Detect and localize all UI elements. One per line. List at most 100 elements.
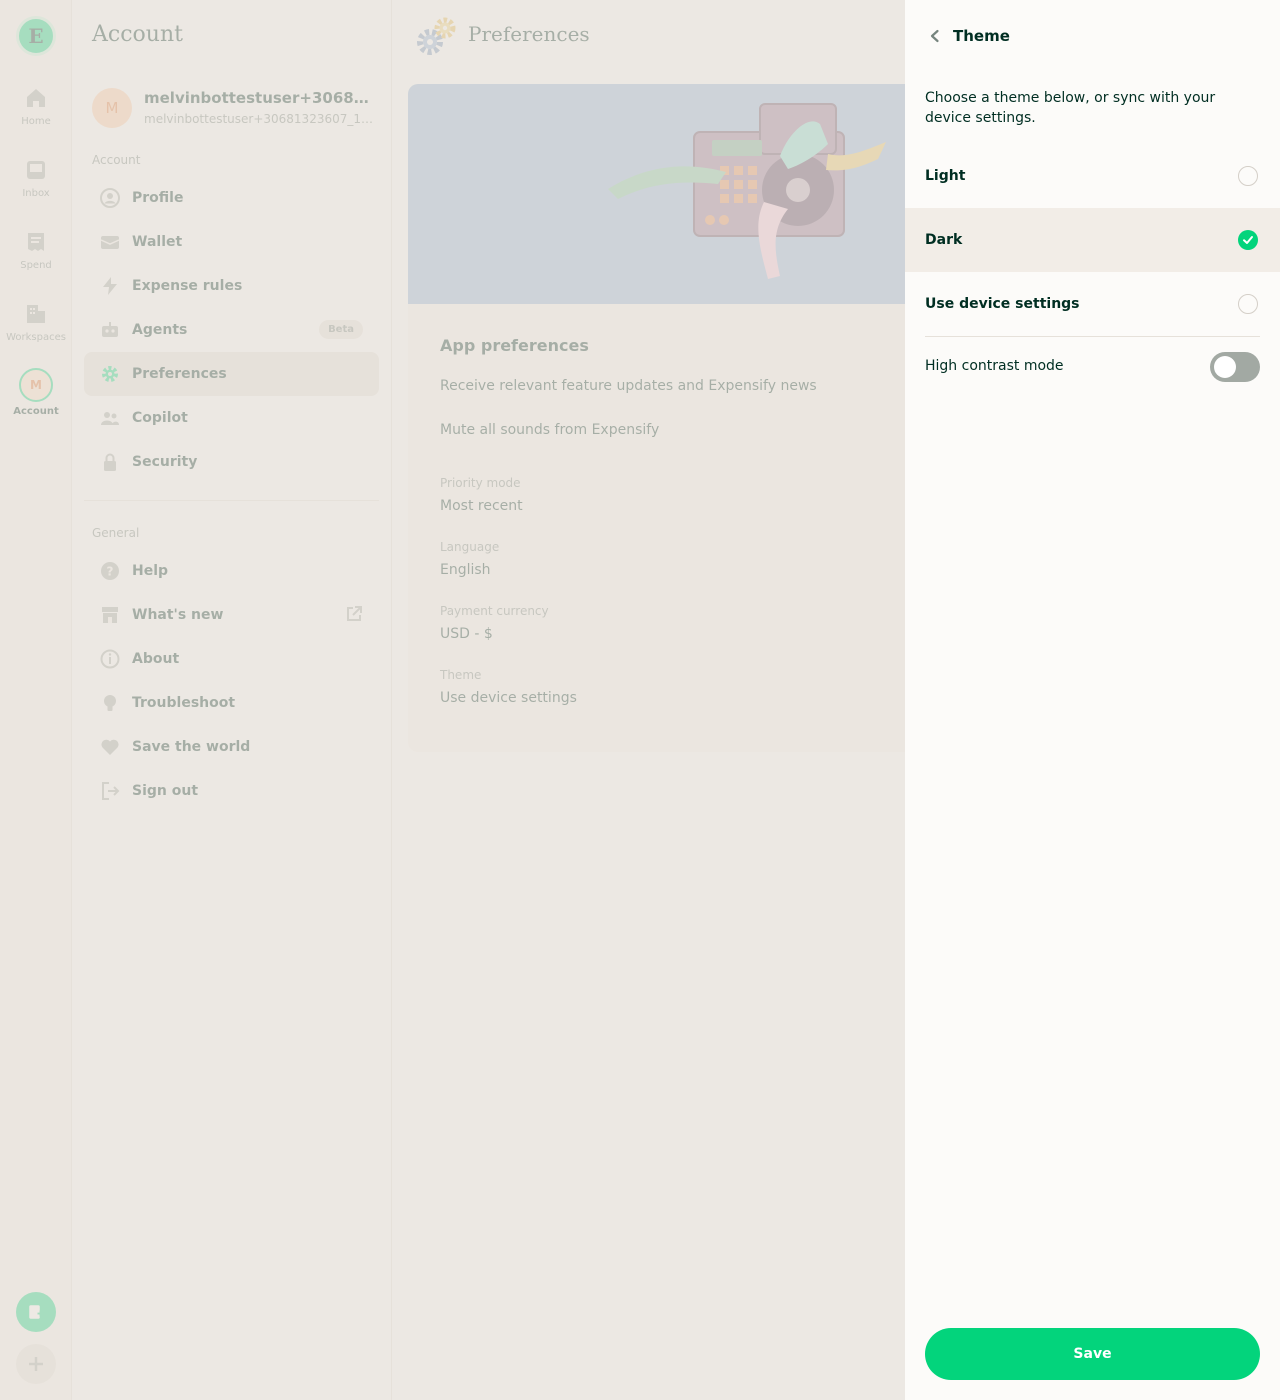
rail-label: Home [21,116,51,127]
sidebar-item-profile[interactable]: Profile [84,176,379,220]
section-heading: App preferences [440,336,589,355]
high-contrast-label: High contrast mode [925,358,1064,374]
sidebar-item-about[interactable]: About [84,637,379,681]
high-contrast-toggle[interactable] [1210,352,1260,382]
inbox-icon [27,161,45,179]
nav-rail: E Home Inbox Spend Workspaces M Account [0,0,72,1400]
sidebar-item-label: About [132,651,180,667]
priority-mode-label: Priority mode [440,476,521,490]
payment-currency-value[interactable]: USD - $ [440,626,493,642]
feature-updates-toggle-row[interactable]: Receive relevant feature updates and Exp… [440,378,817,394]
sidebar-item-wallet[interactable]: Wallet [84,220,379,264]
sidebar-item-label: Agents [132,322,188,338]
section-label-general: General [92,526,140,540]
sidebar-item-security[interactable]: Security [84,440,379,484]
agent-icon [100,320,120,340]
account-title: Account [92,22,183,47]
lightbulb-icon [100,693,120,713]
sign-out-icon [100,781,120,801]
avatar: M [19,368,53,402]
rail-item-workspaces[interactable]: Workspaces [0,302,72,343]
plus-icon [29,1357,43,1371]
sidebar-item-label: Troubleshoot [132,695,236,711]
sidebar-item-preferences[interactable]: Preferences [84,352,379,396]
language-value[interactable]: English [440,562,491,578]
gears-icon [417,17,456,55]
rail-item-inbox[interactable]: Inbox [0,158,72,199]
dj-illustration [608,103,886,279]
sidebar-item-label: Sign out [132,783,199,799]
hero-illustration [408,84,918,304]
sidebar-item-whats-new[interactable]: What's new [84,593,379,637]
page-title: Preferences [468,22,590,46]
sidebar-item-expense-rules[interactable]: Expense rules [84,264,379,308]
sidebar-item-troubleshoot[interactable]: Troubleshoot [84,681,379,725]
sidebar-item-save-the-world[interactable]: Save the world [84,725,379,769]
profile-icon [100,188,120,208]
rail-label: Account [13,406,59,417]
create-expense-button[interactable] [16,1292,56,1332]
panel-title: Theme [953,27,1010,45]
theme-value[interactable]: Use device settings [440,690,577,706]
preferences-card: App preferences Receive relevant feature… [408,84,918,752]
sidebar-item-label: Help [132,563,169,579]
sidebar-item-label: Copilot [132,410,188,426]
users-icon [100,408,120,428]
sidebar-item-label: Wallet [132,234,183,250]
expensify-logo[interactable]: E [16,16,56,56]
panel-description: Choose a theme below, or sync with your … [925,90,1216,126]
user-email: melvinbottestuser+30681323607_1_we... [144,112,374,126]
svg-text:?: ? [107,565,114,579]
sidebar-item-copilot[interactable]: Copilot [84,396,379,440]
sidebar-item-label: Preferences [132,366,227,382]
option-label: Light [925,168,966,184]
theme-option-dark[interactable]: Dark [905,208,1280,272]
wallet-icon [100,232,120,252]
rail-label: Workspaces [6,332,66,343]
sidebar-item-label: Profile [132,190,184,206]
sidebar-item-label: Save the world [132,739,251,755]
new-expense-icon [29,1305,44,1319]
section-divider [84,500,379,501]
home-icon [27,89,45,107]
radio-unchecked-icon [1238,294,1258,314]
high-contrast-row: High contrast mode [925,352,1260,382]
building-icon [27,305,45,323]
rail-label: Spend [20,260,52,271]
priority-mode-value[interactable]: Most recent [440,498,523,514]
add-button[interactable] [16,1344,56,1384]
panel-divider [925,336,1260,337]
theme-option-device[interactable]: Use device settings [905,272,1280,336]
chevron-left-icon [930,29,939,43]
rail-label: Inbox [22,188,50,199]
heart-icon [100,737,120,757]
rail-item-account[interactable]: M Account [0,368,72,417]
external-link-icon [345,605,363,627]
option-label: Use device settings [925,296,1080,312]
store-icon [100,605,120,625]
radio-unchecked-icon [1238,166,1258,186]
option-label: Dark [925,232,963,248]
rail-item-home[interactable]: Home [0,86,72,127]
toggle-knob [1214,356,1236,378]
section-label-account: Account [92,153,141,167]
save-button[interactable]: Save [925,1328,1260,1380]
theme-option-light[interactable]: Light [905,144,1280,208]
sidebar-item-help[interactable]: ? Help [84,549,379,593]
mute-sounds-toggle-row[interactable]: Mute all sounds from Expensify [440,422,659,438]
user-summary[interactable]: M melvinbottestuser+3068132... melvinbot… [92,88,382,128]
sidebar-item-label: Security [132,454,198,470]
sidebar-item-sign-out[interactable]: Sign out [84,769,379,813]
user-name: melvinbottestuser+3068132... [144,89,374,107]
back-button[interactable] [923,24,947,48]
checkmark-icon [1238,230,1258,250]
payment-currency-label: Payment currency [440,604,549,618]
rail-item-spend[interactable]: Spend [0,230,72,271]
sidebar-item-label: What's new [132,607,224,623]
sidebar-item-agents[interactable]: Agents Beta [84,308,379,352]
lightning-icon [100,276,120,296]
account-sidebar: Account M melvinbottestuser+3068132... m… [72,0,392,1400]
beta-badge: Beta [319,320,363,339]
question-icon: ? [100,561,120,581]
receipt-icon [28,233,44,251]
